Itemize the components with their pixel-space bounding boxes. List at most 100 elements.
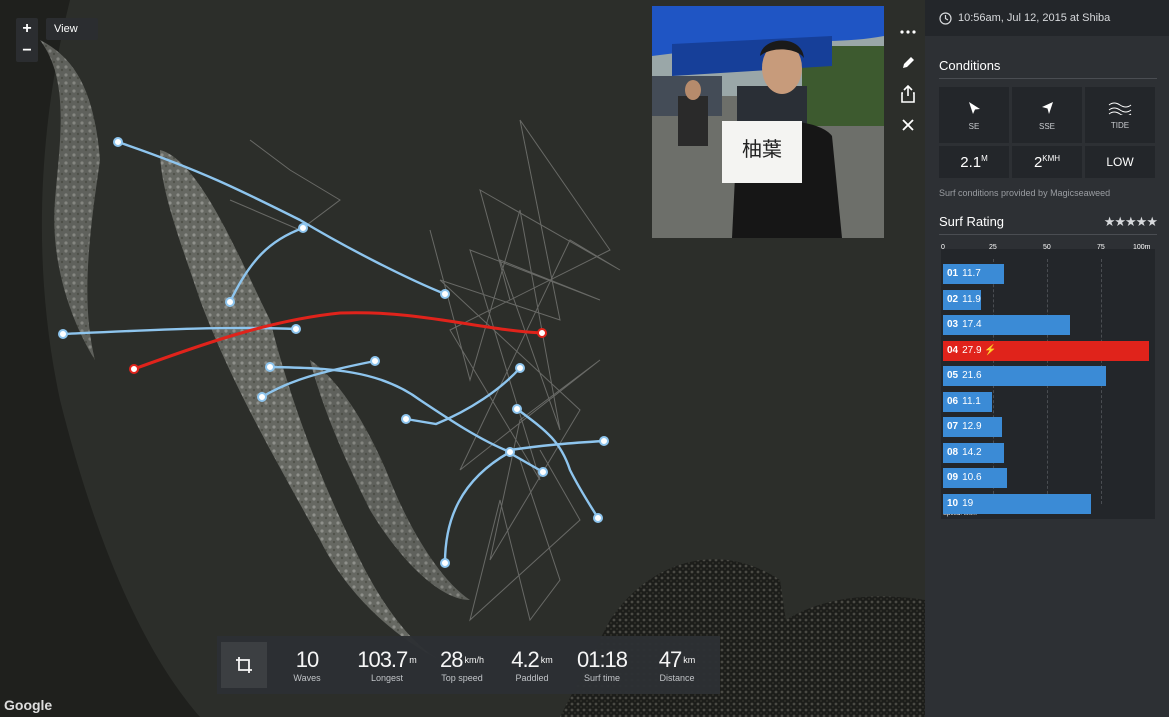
satellite-map[interactable]: + − View 柚葉 Google 10 Waves 103.7 m Long… [0,0,925,717]
zoom-in-button[interactable]: + [16,18,38,40]
scale-tick: 50 [1043,244,1051,251]
stat-value: 10 [295,646,320,672]
wave-bar-06[interactable]: 06 11.1 [943,391,992,412]
stat-distance: 47 km Distance [637,646,717,683]
crop-icon [236,657,252,673]
wave-speed: 11.9 [962,293,981,305]
surf-rating-title: Surf Rating ★★★★★ [939,210,1158,235]
stat-label: Waves [293,672,321,683]
tools-column [894,16,922,140]
surfer-photo[interactable]: 柚葉 [652,6,884,238]
wave-number: 01 [947,268,959,279]
tide: TIDE [1085,87,1155,143]
wave-number: 02 [947,293,959,305]
stat-unit: km/h [464,654,484,665]
stat-value: 47 [658,646,683,672]
wave-speed: 21.6 [962,370,982,381]
wave-bar-09[interactable]: 09 10.6 [943,468,1007,488]
tide-icon [1108,102,1132,115]
wind-speed-unit: KMH [1042,153,1061,163]
edit-button[interactable] [894,47,922,78]
zoom-control: + − [16,18,38,62]
stat-unit: m [409,654,417,665]
stat-unit: km [540,654,553,665]
scale-tick: 75 [1097,244,1105,251]
session-panel: 10:56am, Jul 12, 2015 at Shiba Condition… [925,0,1169,717]
more-button[interactable] [894,16,922,47]
tide-level: LOW [1085,146,1155,178]
wave-number: 06 [947,395,959,407]
session-stats-bar: 10 Waves 103.7 m Longest 28 km/h Top speed… [217,636,720,694]
wind-direction-icon [1042,101,1053,114]
wind-direction-label: SSE [1038,121,1055,131]
stat-label: Surf time [583,672,620,683]
stat-label: Longest [370,672,404,683]
wave-number: 05 [947,370,959,381]
photo-image: 柚葉 [652,6,884,238]
svg-text:柚葉: 柚葉 [742,138,782,161]
wave-bar-01[interactable]: 01 11.7 [943,264,1004,284]
wave-speed: 14.2 [962,446,982,458]
stat-waves: 10 Waves [267,646,347,683]
conditions-credit: Surf conditions provided by Magicseaweed [939,188,1111,198]
stat-value: 103.7 [357,646,408,672]
stat-value: 4.2 [511,646,540,672]
wave-bar-07[interactable]: 07 12.9 [943,417,1002,437]
stat-paddled: 4.2 km Paddled [497,646,567,683]
wave-number: 07 [947,421,959,432]
session-header: 10:56am, Jul 12, 2015 at Shiba [925,0,1169,36]
stat-value: 28 [440,646,464,672]
wave-number: 04 [947,344,959,356]
wave-number: 08 [947,446,959,458]
swell-height-unit: M [981,153,988,163]
wave-bar-03[interactable]: 03 17.4 [943,315,1070,335]
conditions-title-text: Conditions [939,58,1001,73]
swell-direction: SE [939,87,1009,143]
conditions-title: Conditions [939,54,1157,79]
wave-speed: 11.1 [962,395,981,407]
close-button[interactable] [894,109,922,140]
wave-speed: 19 [962,497,974,509]
wave-speed: 17.4 [962,319,982,330]
wave-speed: 11.7 [962,268,981,279]
tide-label: TIDE [1110,120,1130,130]
stat-longest: 103.7 m Longest [347,646,427,683]
clock-icon [939,11,952,25]
stat-surf-time: 01:18 Surf time [567,646,637,683]
conditions-grid: SE SSE TIDE 2.1M 2KMH LOW [939,87,1169,178]
stat-top-speed: 28 km/h Top speed [427,646,497,683]
pencil-icon [903,56,914,68]
stat-label: Top speed [441,672,483,683]
wave-bar-05[interactable]: 05 21.6 [943,366,1106,386]
wave-speed: 10.6 [962,472,982,483]
wave-bar-04[interactable]: 04 27.9 ⚡ [943,340,1149,361]
wave-number: 10 [947,497,959,509]
swell-height-value: 2.1 [960,153,982,171]
stat-label: Paddled [515,672,549,683]
view-button[interactable]: View [46,18,98,40]
surf-rating-text: Surf Rating [939,214,1005,229]
wave-bar-chart: 0 25 50 75 100m Speed: km/h 01 11.7 02 11.9… [941,244,1155,519]
stat-label: Distance [659,672,695,683]
share-button[interactable] [894,78,922,109]
tide-level-value: LOW [1106,155,1134,169]
scale-tick: 100m [1133,244,1151,251]
share-icon [901,84,915,103]
wave-number: 03 [947,319,959,330]
crop-button[interactable] [221,642,267,688]
wave-bar-10[interactable]: 10 19 [943,493,1091,514]
more-icon [900,29,916,34]
wind-speed: 2KMH [1012,146,1082,178]
swell-direction-icon [969,101,980,114]
wave-bar-02[interactable]: 02 11.9 [943,289,981,310]
google-logo: Google [4,697,53,713]
wave-bar-08[interactable]: 08 14.2 [943,442,1004,463]
swell-direction-label: SE [968,121,980,131]
scale-tick: 25 [989,244,997,251]
zoom-out-button[interactable]: − [16,40,38,62]
wave-speed: 12.9 [962,421,982,432]
rating-stars[interactable]: ★★★★★ [1104,210,1158,234]
scale-tick: 0 [941,244,945,251]
stat-unit: km [683,654,696,665]
stat-value: 01:18 [576,646,628,672]
